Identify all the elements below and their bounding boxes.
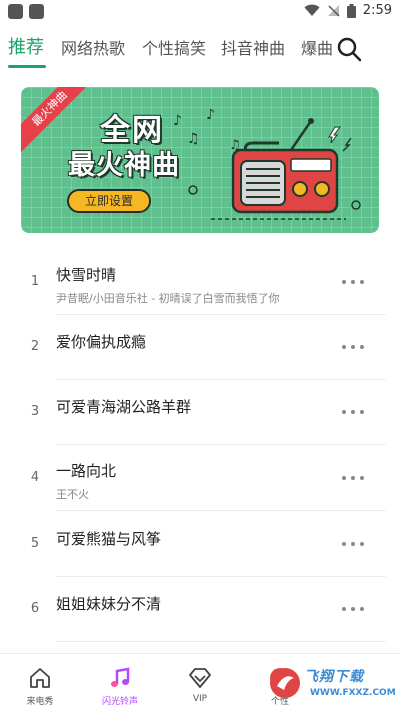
- watermark-logo: 飞翔下载 WWW.FXXZ.COM: [268, 664, 396, 704]
- rank-number: 6: [30, 601, 40, 616]
- notification-icon: [8, 4, 23, 19]
- radio-illustration: ♪ ♫ ♪ ♫: [173, 107, 361, 220]
- search-icon[interactable]: [336, 36, 362, 62]
- svg-text:♫: ♫: [187, 131, 200, 147]
- nav-label: 来电秀: [26, 697, 54, 707]
- list-item[interactable]: 3 可爱青海湖公路羊群: [0, 380, 400, 445]
- more-options-icon[interactable]: [342, 339, 372, 355]
- song-artist: 尹昔眠/小田音乐社 - 初晴误了白雪而我悟了你: [56, 292, 280, 305]
- divider: [56, 641, 386, 642]
- notification-icons: [8, 4, 44, 19]
- rank-number: 4: [30, 470, 40, 485]
- home-icon: [30, 668, 50, 688]
- song-title: 一路向北: [56, 462, 117, 480]
- more-options-icon[interactable]: [342, 601, 372, 617]
- wifi-icon: [304, 4, 320, 16]
- tab-douyin[interactable]: 抖音神曲: [221, 35, 285, 59]
- tab-recommend[interactable]: 推荐: [8, 33, 44, 59]
- rank-number: 5: [30, 536, 40, 551]
- song-title: 快雪时晴: [56, 266, 117, 284]
- list-item[interactable]: 1 快雪时晴 尹昔眠/小田音乐社 - 初晴误了白雪而我悟了你: [0, 250, 400, 315]
- status-bar: 2:59: [0, 0, 400, 26]
- song-title: 可爱青海湖公路羊群: [56, 398, 192, 416]
- more-options-icon[interactable]: [342, 470, 372, 486]
- nav-vip[interactable]: VIP: [160, 654, 240, 711]
- clock: 2:59: [362, 3, 392, 18]
- song-artist: 王不火: [56, 488, 89, 501]
- song-title: 姐姐妹妹分不清: [56, 595, 162, 613]
- rank-number: 3: [30, 404, 40, 419]
- svg-text:♪: ♪: [173, 113, 182, 129]
- svg-text:♪: ♪: [206, 107, 215, 123]
- divider: [56, 444, 386, 445]
- nav-label: VIP: [192, 694, 208, 704]
- rank-number: 2: [30, 339, 40, 354]
- banner-subtitle: 最火神曲: [68, 150, 180, 181]
- music-note-icon: [111, 667, 130, 687]
- rank-number: 1: [30, 274, 40, 289]
- notification-icon: [29, 4, 44, 19]
- divider: [56, 510, 386, 511]
- more-options-icon[interactable]: [342, 404, 372, 420]
- set-now-button[interactable]: 立即设置: [67, 189, 151, 213]
- diamond-icon: [189, 668, 211, 688]
- no-signal-icon: [327, 5, 340, 17]
- logo-icon: [270, 668, 300, 698]
- watermark-url: WWW.FXXZ.COM: [310, 688, 396, 698]
- battery-icon: [346, 3, 356, 18]
- list-item[interactable]: 2 爱你偏执成瘾: [0, 315, 400, 380]
- tab-funny[interactable]: 个性搞笑: [142, 35, 206, 59]
- song-title: 爱你偏执成瘾: [56, 333, 147, 351]
- nav-caller-show[interactable]: 来电秀: [0, 654, 80, 711]
- nav-ringtones[interactable]: 闪光铃声: [80, 654, 160, 711]
- song-title: 可爱熊猫与风筝: [56, 530, 162, 548]
- watermark-text: 飞翔下载: [304, 669, 364, 685]
- list-item[interactable]: 5 可爱熊猫与风筝: [0, 512, 400, 577]
- nav-label: 闪光铃声: [101, 697, 138, 707]
- more-options-icon[interactable]: [342, 536, 372, 552]
- list-item[interactable]: 4 一路向北 王不火: [0, 446, 400, 511]
- tab-hot-songs[interactable]: 网络热歌: [61, 35, 125, 59]
- category-tabs: 推荐 网络热歌 个性搞笑 抖音神曲 爆曲: [0, 26, 400, 68]
- more-options-icon[interactable]: [342, 274, 372, 290]
- list-item[interactable]: 6 姐姐妹妹分不清: [0, 577, 400, 642]
- tab-hits[interactable]: 爆曲: [301, 35, 333, 59]
- tab-indicator: [8, 65, 46, 68]
- promo-banner[interactable]: 最火神曲 全网 最火神曲 立即设置 ♪ ♫ ♪ ♫: [21, 87, 379, 233]
